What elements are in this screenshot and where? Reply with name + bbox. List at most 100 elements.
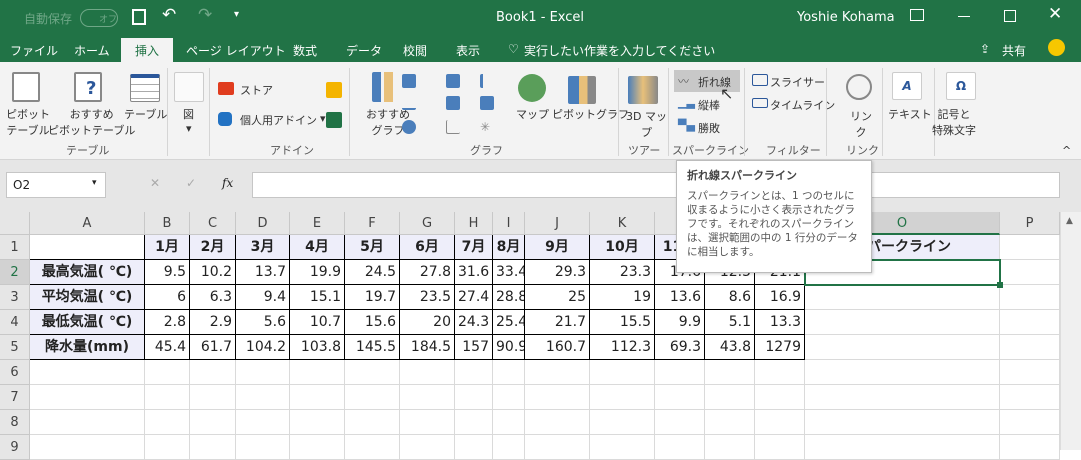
cell[interactable] bbox=[30, 235, 145, 260]
cell[interactable] bbox=[525, 435, 590, 460]
tab-view[interactable]: 表示 bbox=[456, 42, 480, 59]
cell[interactable] bbox=[455, 360, 493, 385]
cell[interactable]: 6月 bbox=[400, 235, 455, 260]
cell[interactable] bbox=[145, 385, 190, 410]
radar-chart-icon[interactable]: ✳ bbox=[480, 120, 494, 134]
cell[interactable] bbox=[590, 385, 655, 410]
cell[interactable]: 19 bbox=[590, 285, 655, 310]
share-button[interactable]: 共有 bbox=[1002, 42, 1026, 59]
tab-page-layout[interactable]: ページ レイアウト bbox=[186, 42, 286, 59]
cell[interactable] bbox=[755, 410, 805, 435]
cell[interactable] bbox=[705, 385, 755, 410]
chevron-down-icon[interactable]: ▾ bbox=[92, 178, 97, 188]
ribbon-display-icon[interactable] bbox=[910, 9, 924, 21]
cell[interactable] bbox=[705, 410, 755, 435]
illustrations-button[interactable]: 図 bbox=[183, 106, 194, 122]
cell[interactable] bbox=[805, 335, 1000, 360]
cell[interactable]: 2.8 bbox=[145, 310, 190, 335]
cell[interactable] bbox=[400, 360, 455, 385]
cell[interactable] bbox=[455, 435, 493, 460]
cell[interactable]: 61.7 bbox=[190, 335, 236, 360]
cell[interactable] bbox=[805, 310, 1000, 335]
pivot-table-button[interactable]: ピボット テーブル bbox=[6, 106, 50, 138]
close-icon[interactable]: ✕ bbox=[1048, 4, 1062, 24]
cell[interactable]: 8月 bbox=[493, 235, 525, 260]
column-header[interactable]: C bbox=[190, 212, 236, 235]
cell[interactable]: 157 bbox=[455, 335, 493, 360]
symbols-button[interactable]: 記号と 特殊文字 bbox=[932, 106, 976, 138]
column-header[interactable]: B bbox=[145, 212, 190, 235]
column-header[interactable]: D bbox=[236, 212, 290, 235]
select-all-corner[interactable] bbox=[0, 212, 30, 235]
column-header[interactable]: K bbox=[590, 212, 655, 235]
cell[interactable]: 23.3 bbox=[590, 260, 655, 285]
cancel-icon[interactable]: ✕ bbox=[150, 176, 160, 190]
cell[interactable] bbox=[755, 385, 805, 410]
people-graph-icon[interactable] bbox=[326, 112, 342, 128]
cell[interactable]: 7月 bbox=[455, 235, 493, 260]
scroll-up-icon[interactable]: ▲ bbox=[1066, 216, 1073, 226]
cell[interactable] bbox=[190, 410, 236, 435]
cell[interactable] bbox=[655, 385, 705, 410]
cell[interactable]: 9.4 bbox=[236, 285, 290, 310]
cell[interactable] bbox=[190, 360, 236, 385]
cell[interactable]: 21.7 bbox=[525, 310, 590, 335]
cell[interactable]: 3月 bbox=[236, 235, 290, 260]
cell[interactable] bbox=[290, 435, 345, 460]
slicer-button[interactable]: スライサー bbox=[770, 74, 825, 90]
cell[interactable] bbox=[236, 410, 290, 435]
row-header[interactable]: 9 bbox=[0, 435, 30, 460]
bing-icon[interactable] bbox=[326, 82, 342, 98]
cell[interactable]: 5.1 bbox=[705, 310, 755, 335]
column-header[interactable]: P bbox=[1000, 212, 1060, 235]
cell[interactable] bbox=[345, 385, 400, 410]
cell[interactable] bbox=[493, 360, 525, 385]
cell[interactable] bbox=[290, 385, 345, 410]
cell[interactable]: 184.5 bbox=[400, 335, 455, 360]
cell[interactable]: 15.1 bbox=[290, 285, 345, 310]
row-header[interactable]: 5 bbox=[0, 335, 30, 360]
cell[interactable]: 平均気温( ℃) bbox=[30, 285, 145, 310]
column-header[interactable]: A bbox=[30, 212, 145, 235]
cell[interactable]: 6 bbox=[145, 285, 190, 310]
cell[interactable]: 2月 bbox=[190, 235, 236, 260]
minimize-icon[interactable] bbox=[958, 16, 970, 17]
cell[interactable]: 13.3 bbox=[755, 310, 805, 335]
cell[interactable] bbox=[805, 285, 1000, 310]
cell[interactable]: 9月 bbox=[525, 235, 590, 260]
user-name[interactable]: Yoshie Kohama bbox=[797, 10, 895, 25]
cell[interactable] bbox=[1000, 235, 1060, 260]
text-button[interactable]: テキスト bbox=[888, 106, 932, 122]
cell[interactable]: 145.5 bbox=[345, 335, 400, 360]
column-chart-icon[interactable] bbox=[402, 74, 416, 88]
cell[interactable] bbox=[655, 410, 705, 435]
cell[interactable]: 13.7 bbox=[236, 260, 290, 285]
cell[interactable]: 5月 bbox=[345, 235, 400, 260]
cell[interactable] bbox=[145, 435, 190, 460]
column-header[interactable]: H bbox=[455, 212, 493, 235]
cell[interactable] bbox=[236, 385, 290, 410]
cell[interactable] bbox=[805, 435, 1000, 460]
undo-icon[interactable]: ↶ bbox=[162, 5, 176, 25]
cell[interactable]: 31.6 bbox=[455, 260, 493, 285]
cell[interactable] bbox=[1000, 435, 1060, 460]
cell[interactable] bbox=[236, 435, 290, 460]
cell[interactable] bbox=[805, 410, 1000, 435]
cell[interactable]: 69.3 bbox=[655, 335, 705, 360]
recommended-pivot-button[interactable]: おすすめ ピボットテーブル bbox=[48, 106, 135, 138]
cell[interactable]: 13.6 bbox=[655, 285, 705, 310]
cell[interactable]: 19.9 bbox=[290, 260, 345, 285]
cell[interactable]: 10.2 bbox=[190, 260, 236, 285]
cell[interactable] bbox=[400, 385, 455, 410]
cell[interactable] bbox=[400, 410, 455, 435]
waterfall-chart-icon[interactable] bbox=[480, 74, 494, 88]
cell[interactable]: 降水量(mm) bbox=[30, 335, 145, 360]
cell[interactable]: 最低気温( ℃) bbox=[30, 310, 145, 335]
pie-chart-icon[interactable] bbox=[402, 120, 416, 134]
tell-me-input[interactable]: 実行したい作業を入力してください bbox=[524, 42, 715, 59]
cell[interactable] bbox=[400, 435, 455, 460]
cell[interactable] bbox=[1000, 360, 1060, 385]
cell[interactable]: 160.7 bbox=[525, 335, 590, 360]
row-header[interactable]: 7 bbox=[0, 385, 30, 410]
name-box[interactable]: O2 bbox=[6, 172, 106, 198]
